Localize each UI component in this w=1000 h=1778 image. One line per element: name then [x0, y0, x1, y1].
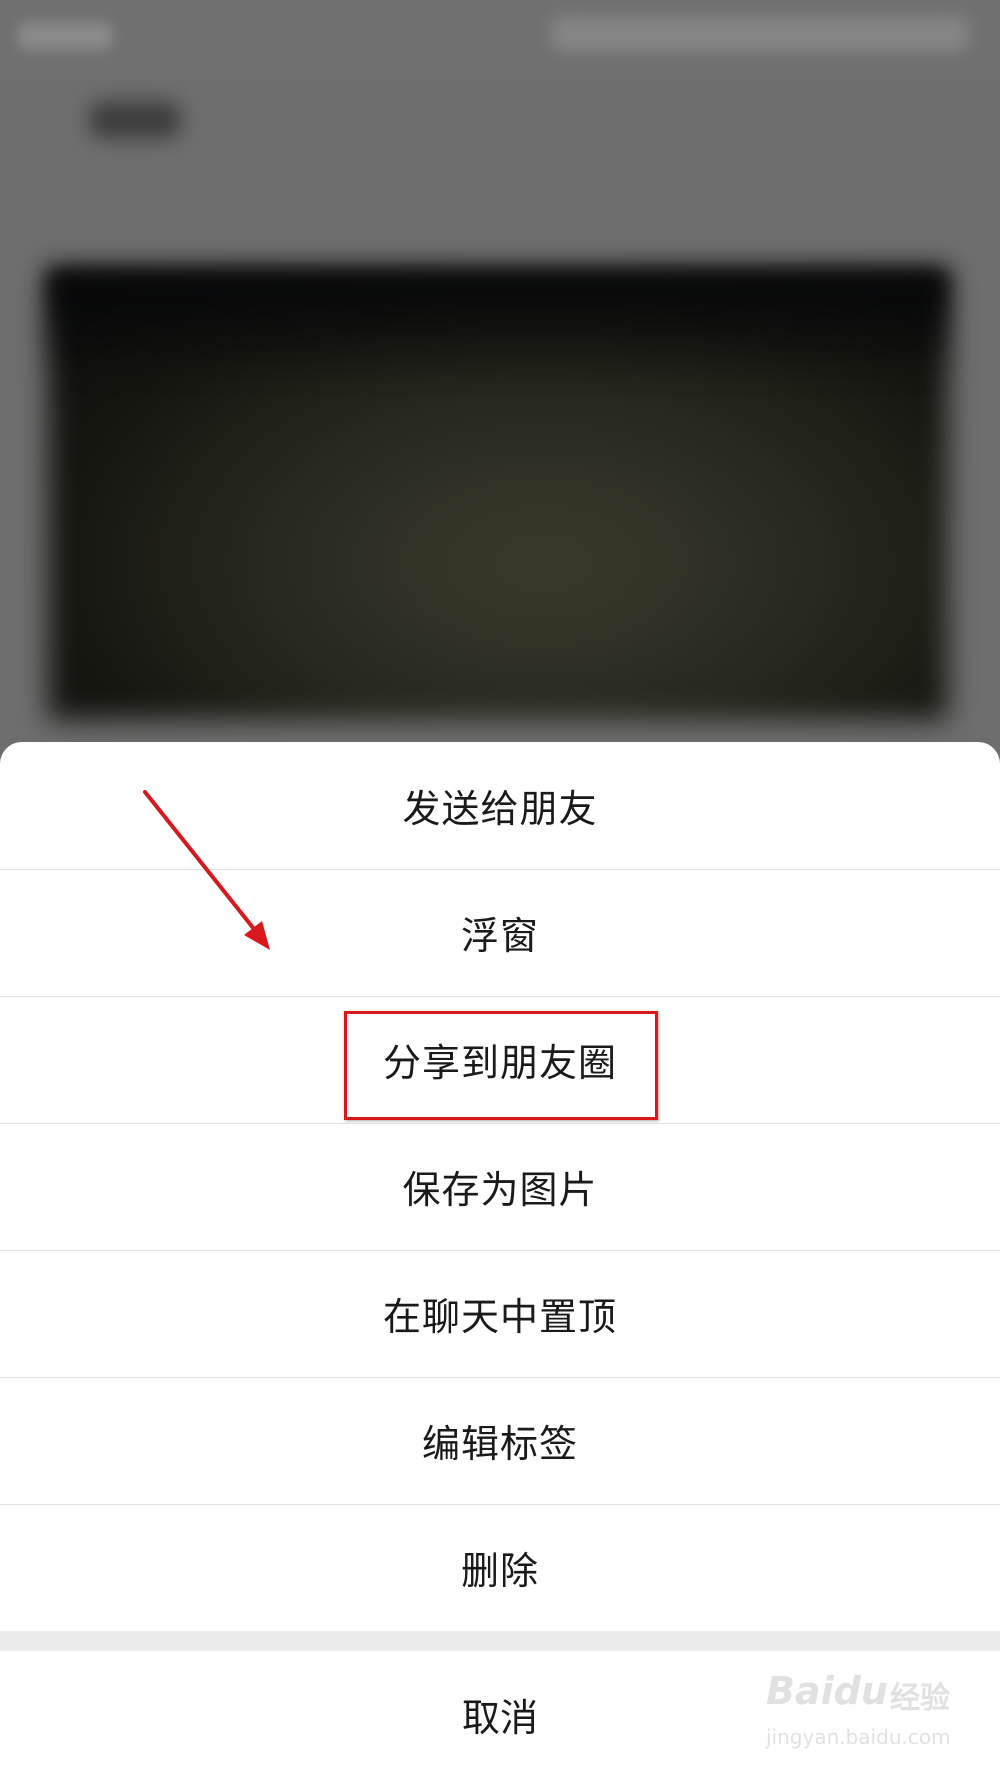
watermark-url: jingyan.baidu.com	[766, 1725, 951, 1749]
status-bar	[0, 0, 1000, 80]
highlight-box	[344, 1011, 658, 1120]
menu-item-edit-tags[interactable]: 编辑标签	[0, 1377, 1000, 1504]
status-icons-blur	[550, 16, 970, 52]
baidu-jingyan-watermark: Baidu 经验 jingyan.baidu.com	[762, 1665, 962, 1765]
action-sheet: 发送给朋友 浮窗 分享到朋友圈 保存为图片 在聊天中置顶 编辑标签 删除 取消	[0, 742, 1000, 1778]
watermark-brand: Baidu	[766, 1669, 888, 1713]
menu-item-pin-in-chat[interactable]: 在聊天中置顶	[0, 1250, 1000, 1377]
background-title-blur	[20, 90, 180, 150]
menu-item-send-to-friend[interactable]: 发送给朋友	[0, 742, 1000, 869]
menu-item-float-window[interactable]: 浮窗	[0, 869, 1000, 996]
watermark-suffix: 经验	[890, 1681, 950, 1716]
screen: 发送给朋友 浮窗 分享到朋友圈 保存为图片 在聊天中置顶 编辑标签 删除 取消 …	[0, 0, 1000, 1778]
sheet-separator	[0, 1631, 1000, 1651]
status-time-blur	[18, 22, 113, 50]
menu-item-save-as-image[interactable]: 保存为图片	[0, 1123, 1000, 1250]
menu-item-delete[interactable]: 删除	[0, 1504, 1000, 1631]
